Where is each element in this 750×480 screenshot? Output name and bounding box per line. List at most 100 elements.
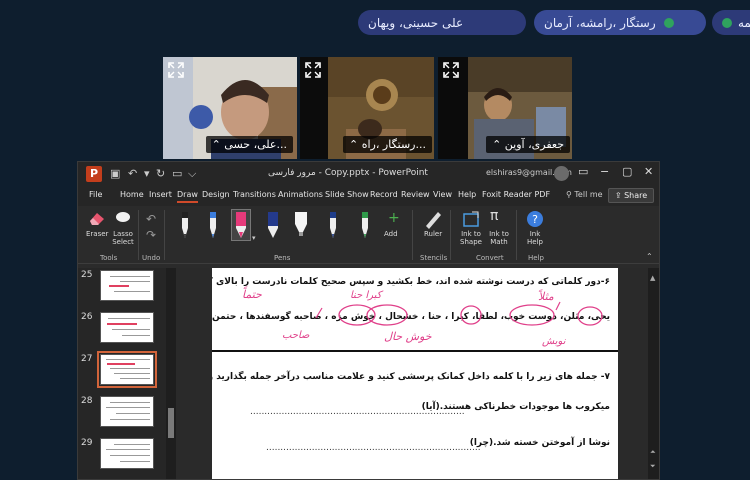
scroll-up-icon[interactable]: ▲: [650, 274, 655, 282]
tab-draw[interactable]: Draw: [177, 190, 198, 203]
share-icon: ⇪: [614, 191, 625, 200]
video-tile[interactable]: ⌃ علی، حسی...: [163, 57, 297, 159]
pen-black-icon[interactable]: [176, 210, 194, 240]
chevron-up-icon[interactable]: ⌃: [212, 138, 225, 151]
divider: [516, 210, 517, 260]
prev-slide-icon[interactable]: ⏶: [650, 448, 656, 457]
tab-file[interactable]: File: [89, 190, 102, 199]
expand-icon[interactable]: [304, 61, 322, 79]
ink-to-math-icon[interactable]: π: [490, 208, 498, 224]
expand-icon[interactable]: [167, 61, 185, 79]
active-dot-icon: [722, 17, 732, 28]
ink-to-shape-label[interactable]: Ink to Shape: [458, 230, 484, 246]
ruler-icon[interactable]: [424, 210, 442, 230]
slide-number: 27: [81, 354, 93, 364]
tab-record[interactable]: Record: [370, 190, 398, 199]
start-icon[interactable]: ▭: [172, 167, 182, 180]
slide-thumbnail[interactable]: [100, 312, 154, 343]
divider: [164, 210, 165, 260]
expand-icon[interactable]: [442, 61, 460, 79]
tab-design[interactable]: Design: [202, 190, 230, 199]
slide-scrollbar[interactable]: ▲ ⏶ ⏷: [648, 268, 659, 479]
pen-blue-icon[interactable]: [204, 210, 222, 240]
close-icon[interactable]: ✕: [644, 165, 653, 178]
tab-animations[interactable]: Animations: [278, 190, 323, 199]
ribbon-display-icon[interactable]: ▭: [578, 165, 588, 178]
pen-pink-icon[interactable]: [231, 209, 251, 241]
highlighter-white-icon[interactable]: [292, 210, 310, 240]
slide-number: 25: [81, 270, 93, 280]
tell-me-label: Tell me: [574, 190, 603, 199]
tab-slide-show[interactable]: Slide Show: [325, 190, 369, 199]
undo-icon[interactable]: ↶: [146, 212, 156, 226]
video-tile[interactable]: ⌃ رستگار ،راه...: [300, 57, 434, 159]
pens-group-label: Pens: [274, 254, 291, 262]
group-chip[interactable]: طمه: [712, 10, 750, 35]
redo-icon[interactable]: ↷: [146, 228, 156, 242]
slide-thumbnail[interactable]: [100, 270, 154, 301]
lasso-label[interactable]: Lasso Select: [110, 230, 136, 246]
thumbnail-scrollbar[interactable]: [166, 268, 176, 479]
lasso-icon[interactable]: [114, 210, 132, 226]
add-pen-icon[interactable]: +: [388, 210, 400, 226]
tab-home[interactable]: Home: [120, 190, 144, 199]
powerpoint-logo-icon: P: [86, 166, 102, 182]
tab-insert[interactable]: Insert: [149, 190, 172, 199]
pen-navy-icon[interactable]: [264, 210, 282, 240]
tab-view[interactable]: View: [433, 190, 452, 199]
tab-review[interactable]: Review: [401, 190, 430, 199]
ruler-label[interactable]: Ruler: [424, 230, 442, 238]
share-button[interactable]: ⇪ Share: [608, 188, 654, 203]
undo-icon[interactable]: ↶: [128, 167, 137, 180]
eraser-label[interactable]: Eraser: [86, 230, 108, 238]
minimize-icon[interactable]: −: [600, 165, 609, 178]
ink-to-shape-icon[interactable]: [462, 210, 482, 228]
slide-number: 29: [81, 438, 93, 448]
ink-help-label[interactable]: Ink Help: [524, 230, 546, 246]
current-slide[interactable]: ۶-دور کلماتی که درست نوشته شده اند، خط ب…: [212, 268, 618, 479]
pen-green-icon[interactable]: [356, 210, 374, 240]
next-slide-icon[interactable]: ⏷: [650, 462, 656, 471]
group-chip-label: طمه: [738, 15, 750, 30]
tools-group-label: Tools: [100, 254, 118, 262]
slide-thumbnail[interactable]: [100, 438, 154, 469]
add-pen-label[interactable]: Add: [384, 230, 398, 238]
answer-line: ........................................…: [266, 443, 481, 453]
slide-number: 28: [81, 396, 93, 406]
collapse-ribbon-icon[interactable]: ⌃: [646, 252, 653, 261]
chevron-up-icon[interactable]: ⌃: [349, 138, 362, 151]
group-chip-label: رستگار ،رامشه، آرمان: [544, 15, 656, 30]
group-chip[interactable]: رستگار ،رامشه، آرمان: [534, 10, 706, 35]
customize-icon[interactable]: ⌵: [188, 167, 196, 181]
eraser-icon[interactable]: [88, 210, 106, 226]
pen-darkblue-icon[interactable]: [324, 210, 342, 240]
slide-thumbnail[interactable]: [100, 396, 154, 427]
ink-to-math-label[interactable]: Ink to Math: [486, 230, 512, 246]
video-tile[interactable]: ⌃ جعفری، آوین: [438, 57, 572, 159]
save-icon[interactable]: ▣: [110, 167, 120, 180]
window-title: مرور فارسی - Copy.pptx - PowerPoint: [268, 168, 428, 178]
tab-help[interactable]: Help: [458, 190, 476, 199]
group-chip-label: علی حسینی، ویهان: [368, 15, 464, 30]
avatar[interactable]: [554, 166, 569, 181]
ink-help-icon[interactable]: ?: [526, 210, 544, 228]
divider: [412, 210, 413, 260]
group-chip[interactable]: علی حسینی، ویهان: [358, 10, 526, 35]
title-bar: P ▣ ↶ ▾ ↻ ▭ ⌵ مرور فارسی - Copy.pptx - P…: [78, 162, 659, 186]
help-group-label: Help: [528, 254, 544, 262]
chevron-down-icon[interactable]: ▾: [144, 167, 150, 180]
tab-foxit[interactable]: Foxit Reader PDF: [482, 190, 550, 199]
tell-me-search[interactable]: ⚲ Tell me: [566, 190, 603, 199]
slide-thumbnail[interactable]: [97, 351, 157, 388]
chevron-down-icon[interactable]: ▾: [252, 234, 256, 242]
restore-icon[interactable]: ▢: [622, 165, 632, 178]
scrollbar-thumb[interactable]: [168, 408, 174, 438]
tab-transitions[interactable]: Transitions: [233, 190, 276, 199]
chevron-up-icon[interactable]: ⌃: [492, 138, 505, 151]
divider: [138, 210, 139, 260]
slide-canvas[interactable]: ۶-دور کلماتی که درست نوشته شده اند، خط ب…: [176, 268, 648, 479]
participant-name: علی، حسی...: [224, 138, 287, 151]
sentence-2: نوشا از آموختن خسته شد.(چرا): [469, 438, 610, 448]
slide-thumbnails: 25 26 27 28 29: [78, 268, 166, 479]
redo-icon[interactable]: ↻: [156, 167, 165, 180]
